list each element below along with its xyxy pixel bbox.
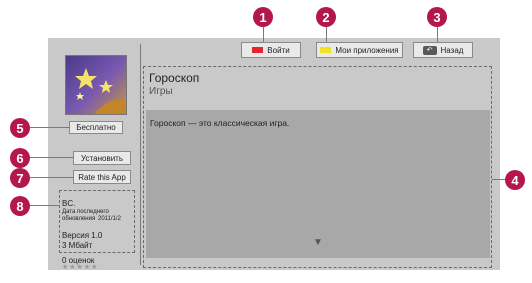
- leader-line-5: [30, 127, 70, 128]
- login-button[interactable]: Войти: [241, 42, 301, 58]
- yellow-key-icon: [320, 47, 332, 53]
- leader-line-2: [326, 25, 327, 42]
- app-info-outline: [59, 190, 135, 253]
- leader-line-7: [30, 177, 74, 178]
- horoscope-stars-icon: [75, 68, 126, 114]
- callout-marker-6: 6: [10, 148, 30, 168]
- rating-stars: ★★★★★: [62, 264, 99, 271]
- callout-marker-7: 7: [10, 168, 30, 188]
- price-button: Бесплатно: [69, 121, 123, 134]
- install-button[interactable]: Установить: [73, 151, 131, 165]
- callout-marker-2: 2: [316, 7, 336, 27]
- leader-line-6: [30, 157, 74, 158]
- callout-marker-8: 8: [10, 196, 30, 216]
- leader-line-3: [437, 25, 438, 42]
- leader-line-8: [30, 205, 60, 206]
- column-divider: [140, 44, 141, 265]
- my-apps-label: Мои приложения: [335, 45, 399, 55]
- leader-line-1: [263, 25, 264, 42]
- callout-marker-1: 1: [253, 7, 273, 27]
- rate-app-button[interactable]: Rate this App: [73, 170, 131, 184]
- login-label: Войти: [267, 45, 290, 55]
- description-area-outline: [143, 66, 492, 268]
- price-label: Бесплатно: [76, 123, 116, 132]
- leader-line-4: [492, 179, 506, 180]
- rate-app-label: Rate this App: [78, 172, 126, 182]
- callout-marker-5: 5: [10, 118, 30, 138]
- app-icon: [65, 55, 127, 115]
- callout-marker-4: 4: [505, 170, 525, 190]
- back-label: Назад: [440, 45, 464, 55]
- install-label: Установить: [81, 153, 123, 163]
- back-button[interactable]: ↶ Назад: [413, 42, 473, 58]
- red-key-icon: [252, 47, 264, 53]
- my-apps-button[interactable]: Мои приложения: [316, 42, 403, 58]
- callout-marker-3: 3: [427, 7, 447, 27]
- back-key-icon: ↶: [422, 45, 437, 55]
